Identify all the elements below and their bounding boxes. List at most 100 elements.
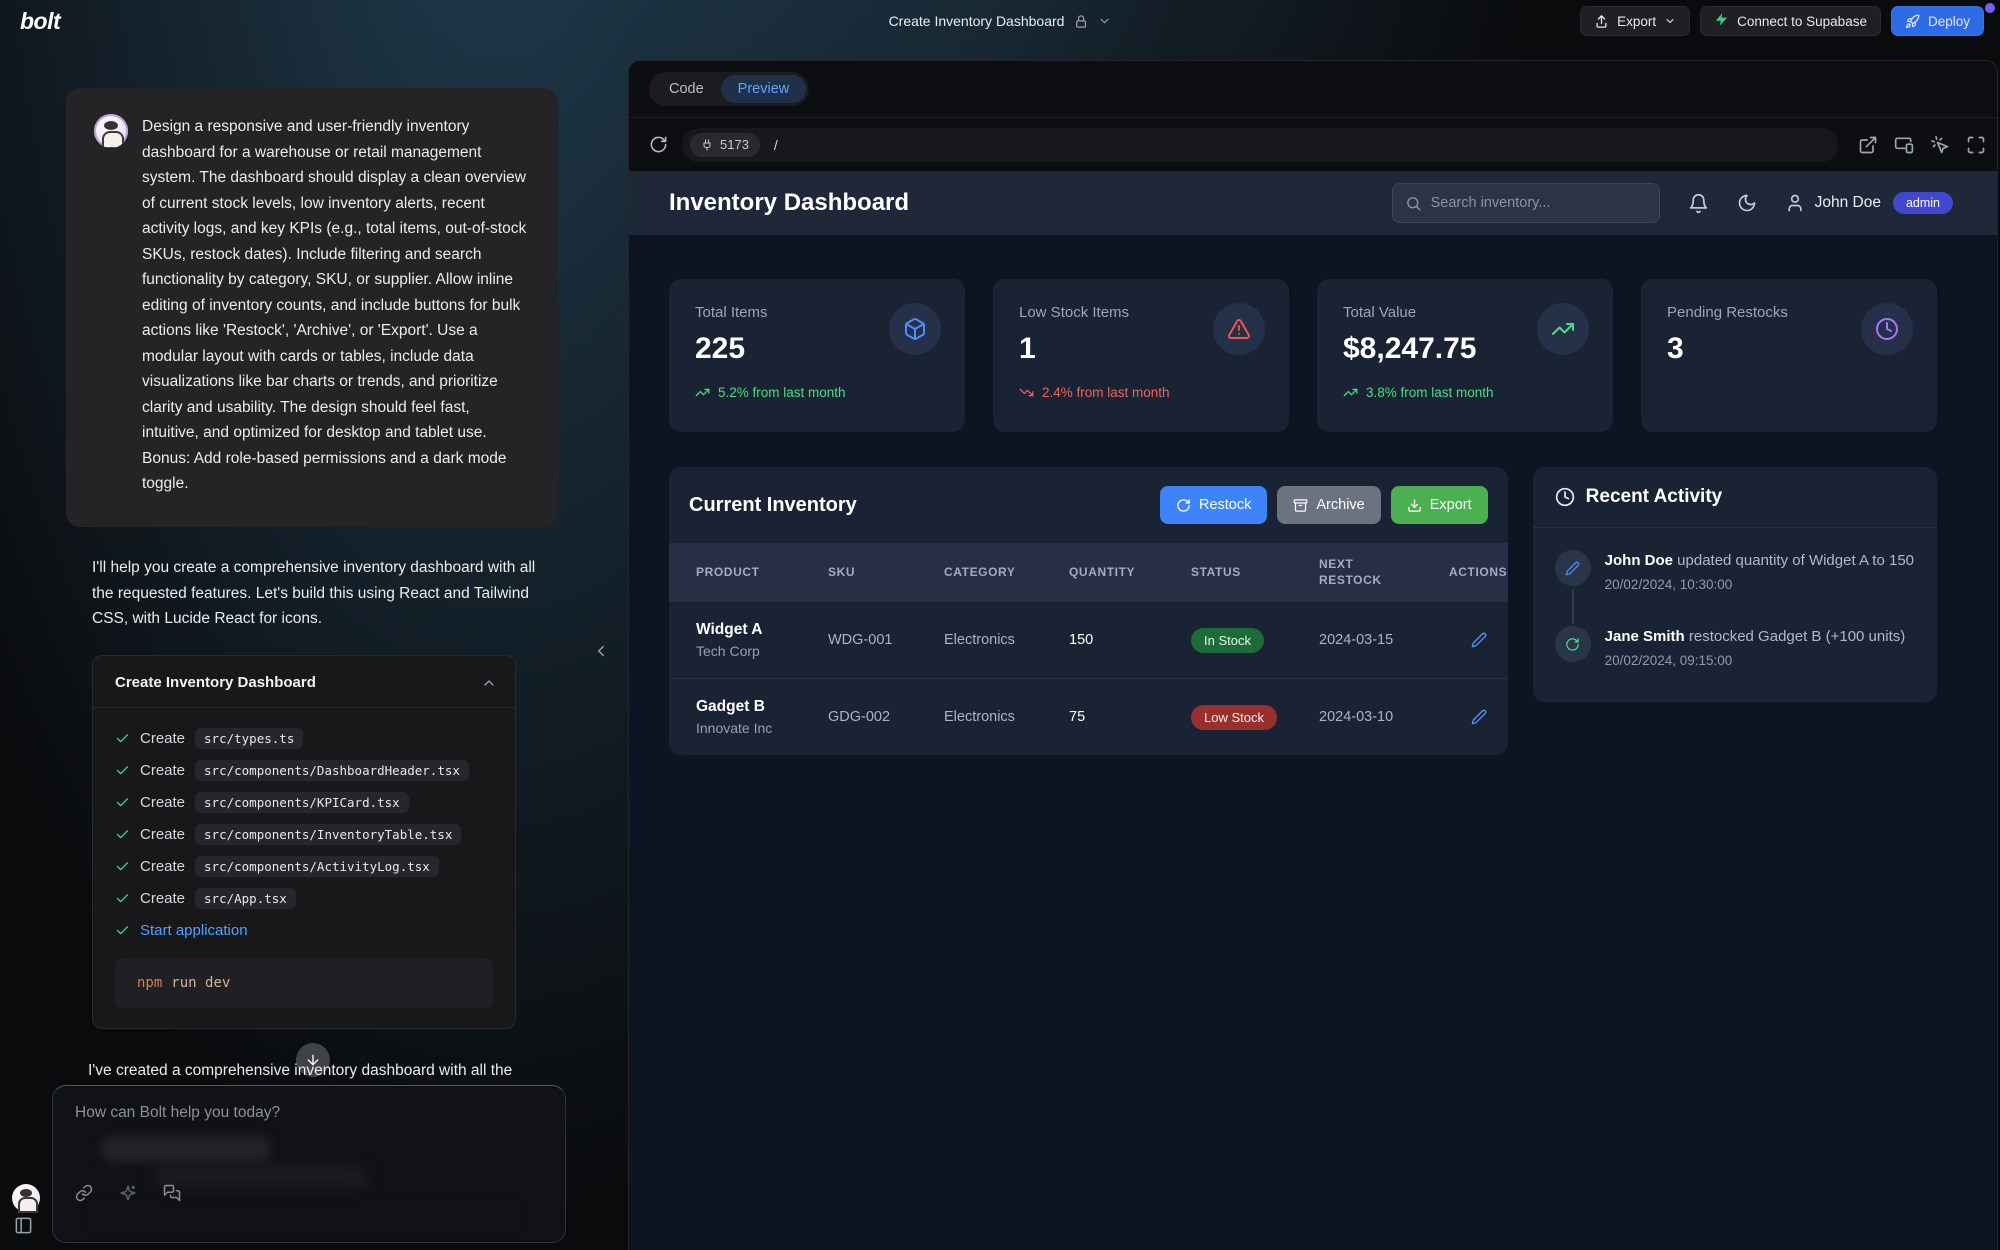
assistant-followup-text: I've created a comprehensive inventory d… — [88, 1062, 570, 1080]
task-step: Start application — [115, 914, 493, 946]
next-restock-cell: 2024-03-15 — [1319, 632, 1449, 648]
product-name: Gadget B — [696, 698, 828, 716]
trending-up-icon — [1343, 385, 1358, 400]
check-icon — [115, 795, 130, 810]
sku-cell: GDG-002 — [828, 709, 944, 725]
task-card-header[interactable]: Create Inventory Dashboard — [93, 656, 515, 707]
connect-supabase-button[interactable]: Connect to Supabase — [1700, 6, 1881, 36]
trending-down-icon — [1019, 385, 1034, 400]
export-label: Export — [1617, 14, 1656, 29]
supabase-label: Connect to Supabase — [1737, 14, 1867, 29]
collapse-chat-handle[interactable] — [592, 642, 610, 660]
search-input[interactable] — [1431, 195, 1647, 211]
step-file-chip[interactable]: src/components/DashboardHeader.tsx — [195, 760, 469, 781]
activity-title: Recent Activity — [1586, 486, 1723, 508]
role-badge: admin — [1893, 192, 1953, 214]
deploy-button[interactable]: Deploy — [1891, 6, 1984, 36]
export-csv-button[interactable]: Export — [1391, 486, 1488, 524]
bolt-logo[interactable]: bolt — [20, 8, 60, 35]
user-icon[interactable] — [1785, 193, 1805, 213]
trending-up-icon — [695, 385, 710, 400]
chevron-down-icon[interactable] — [1097, 14, 1111, 28]
step-file-chip[interactable]: src/components/KPICard.tsx — [195, 792, 409, 813]
kpi-row: Total Items 225 5.2% from last month Low… — [669, 279, 1937, 432]
check-icon — [115, 859, 130, 874]
kpi-card-total-value: Total Value $8,247.75 3.8% from last mon… — [1317, 279, 1613, 432]
category-cell: Electronics — [944, 709, 1069, 725]
project-title-menu[interactable]: Create Inventory Dashboard — [889, 0, 1112, 42]
table-row[interactable]: Widget ATech Corp WDG-001 Electronics 15… — [669, 601, 1508, 678]
chevron-down-icon — [1664, 15, 1676, 27]
refresh-icon — [1565, 637, 1580, 652]
search-icon — [1405, 195, 1422, 212]
edit-pencil-icon[interactable] — [1471, 709, 1508, 725]
step-file-chip[interactable]: src/components/ActivityLog.tsx — [195, 856, 439, 877]
user-message: Design a responsive and user-friendly in… — [66, 88, 558, 527]
bell-icon[interactable] — [1688, 193, 1709, 214]
download-icon — [1407, 498, 1422, 513]
chat-input-toolbar — [75, 1184, 181, 1202]
sidebar-toggle-icon[interactable] — [14, 1216, 33, 1235]
open-external-icon[interactable] — [1858, 135, 1878, 155]
task-step: Createsrc/components/ActivityLog.tsx — [115, 850, 493, 882]
chat-bubbles-icon[interactable] — [163, 1184, 181, 1202]
activity-action: restocked Gadget B (+100 units) — [1689, 628, 1905, 645]
status-badge: Low Stock — [1191, 705, 1277, 730]
kpi-card-total-items: Total Items 225 5.2% from last month — [669, 279, 965, 432]
refresh-icon — [1176, 498, 1191, 513]
view-toggle: Code Preview — [649, 72, 809, 106]
step-action: Create — [140, 826, 185, 843]
column-header: Status — [1191, 565, 1319, 579]
devices-icon[interactable] — [1894, 135, 1914, 155]
step-file-chip[interactable]: src/types.ts — [195, 728, 303, 749]
chevron-up-icon[interactable] — [481, 675, 497, 691]
workspace-tab-bar: Code Preview — [629, 61, 1997, 117]
step-file-chip[interactable]: src/components/InventoryTable.tsx — [195, 824, 461, 845]
task-step: Createsrc/types.ts — [115, 722, 493, 754]
port-pill[interactable]: 5173 — [690, 133, 760, 157]
preview-app: Inventory Dashboard John Doe admin Total… — [629, 171, 1997, 1250]
activity-item: John Doe updated quantity of Widget A to… — [1555, 550, 1915, 612]
port-number: 5173 — [720, 137, 749, 152]
sparkles-icon[interactable] — [119, 1184, 137, 1202]
url-path: / — [774, 137, 778, 153]
edit-pencil-icon[interactable] — [1471, 632, 1508, 648]
table-row[interactable]: Gadget BInnovate Inc GDG-002 Electronics… — [669, 678, 1508, 755]
dashboard-title: Inventory Dashboard — [669, 189, 909, 217]
tab-preview[interactable]: Preview — [721, 75, 807, 103]
inspect-cursor-icon[interactable] — [1930, 135, 1950, 155]
inventory-table-header: Product SKU Category Quantity Status Nex… — [669, 543, 1508, 601]
check-icon — [115, 891, 130, 906]
chat-input[interactable] — [53, 1086, 565, 1142]
terminal-command[interactable]: npmrun dev — [115, 958, 493, 1008]
dashboard-main: Total Items 225 5.2% from last month Low… — [629, 235, 1997, 755]
activity-actor: John Doe — [1605, 552, 1673, 569]
fullscreen-icon[interactable] — [1966, 135, 1986, 155]
product-name: Widget A — [696, 621, 828, 639]
supabase-bolt-icon — [1714, 12, 1729, 30]
quantity-cell: 75 — [1069, 709, 1191, 725]
task-step: Createsrc/components/KPICard.tsx — [115, 786, 493, 818]
package-icon — [903, 317, 927, 341]
step-file-chip[interactable]: src/App.tsx — [195, 888, 296, 909]
link-icon[interactable] — [75, 1184, 93, 1202]
next-restock-cell: 2024-03-10 — [1319, 709, 1449, 725]
archive-icon — [1293, 498, 1308, 513]
kpi-card-low-stock: Low Stock Items 1 2.4% from last month — [993, 279, 1289, 432]
deploy-label: Deploy — [1928, 14, 1970, 29]
archive-button[interactable]: Archive — [1277, 486, 1380, 524]
task-step: Createsrc/App.tsx — [115, 882, 493, 914]
bolt-workbench: bolt Create Inventory Dashboard Export C… — [0, 0, 2000, 1250]
refresh-icon[interactable] — [649, 135, 668, 154]
kpi-trend-text: 2.4% from last month — [1042, 385, 1170, 400]
address-field[interactable]: 5173 / — [682, 128, 1838, 162]
start-application-link[interactable]: Start application — [140, 922, 248, 939]
tab-code[interactable]: Code — [652, 75, 721, 103]
export-button[interactable]: Export — [1580, 6, 1690, 36]
restock-button[interactable]: Restock — [1160, 486, 1267, 524]
account-avatar[interactable] — [12, 1184, 40, 1212]
kpi-card-pending-restocks: Pending Restocks 3 — [1641, 279, 1937, 432]
status-badge: In Stock — [1191, 628, 1264, 653]
column-header: Category — [944, 565, 1069, 579]
dark-mode-toggle-icon[interactable] — [1737, 193, 1757, 213]
